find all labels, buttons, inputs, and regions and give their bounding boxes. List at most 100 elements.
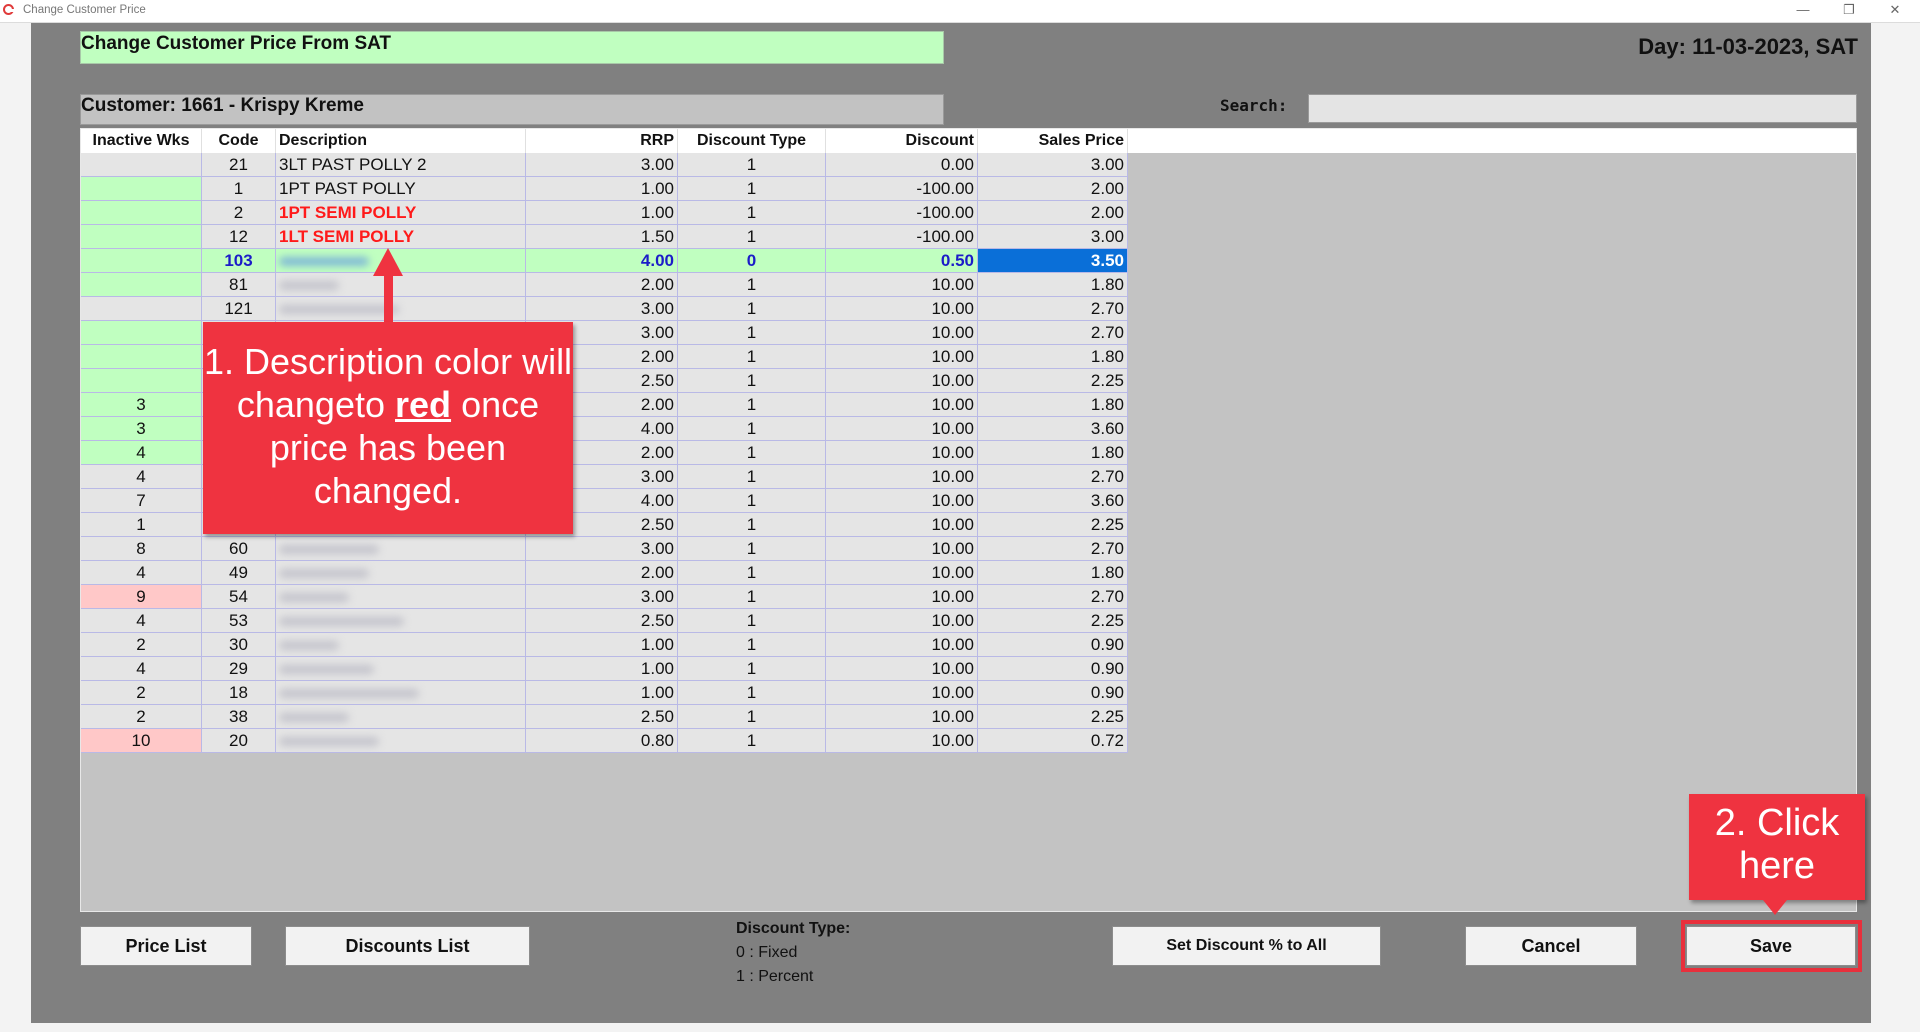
search-input[interactable] [1308,94,1857,123]
cell-discount-type[interactable]: 1 [677,272,826,297]
cell-inactive-wks[interactable] [81,153,202,177]
cell-sales-price[interactable]: 2.70 [977,320,1128,345]
cell-inactive-wks[interactable]: 3 [81,416,202,441]
cell-discount-type[interactable]: 1 [677,176,826,201]
cell-inactive-wks[interactable] [81,320,202,345]
restore-button[interactable]: ❐ [1826,0,1872,22]
cell-rrp[interactable]: 3.00 [525,153,678,177]
cell-code[interactable]: 2 [201,200,276,225]
cell-sales-price[interactable]: 2.25 [977,608,1128,633]
table-row[interactable]: 2 38 2.50 1 10.00 2.25 [81,704,1128,729]
cell-code[interactable]: 29 [201,656,276,681]
cell-sales-price[interactable]: 1.80 [977,440,1128,465]
cell-rrp[interactable]: 1.00 [525,176,678,201]
cell-sales-price[interactable]: 1.80 [977,272,1128,297]
cell-rrp[interactable]: 1.00 [525,680,678,705]
cell-discount-type[interactable]: 1 [677,608,826,633]
cell-discount[interactable]: -100.00 [825,224,978,249]
col-header-rrp[interactable]: RRP [525,129,678,153]
cell-sales-price[interactable]: 2.70 [977,296,1128,321]
cell-code[interactable]: 121 [201,296,276,321]
cell-discount[interactable]: 10.00 [825,536,978,561]
cell-description[interactable] [275,608,526,633]
table-row[interactable]: 81 2.00 1 10.00 1.80 [81,272,1128,297]
cell-sales-price[interactable]: 3.60 [977,488,1128,513]
cell-inactive-wks[interactable] [81,200,202,225]
cell-description[interactable]: 1PT PAST POLLY [275,176,526,201]
cell-code[interactable]: 49 [201,560,276,585]
cell-description[interactable] [275,296,526,321]
cell-sales-price[interactable]: 3.50 [977,248,1128,273]
cell-discount-type[interactable]: 1 [677,656,826,681]
cell-rrp[interactable]: 0.80 [525,728,678,753]
cell-inactive-wks[interactable] [81,272,202,297]
cell-description[interactable]: 1LT SEMI POLLY [275,224,526,249]
cell-description[interactable] [275,560,526,585]
cell-code[interactable]: 81 [201,272,276,297]
cell-discount-type[interactable]: 1 [677,560,826,585]
table-row[interactable]: 121 3.00 1 10.00 2.70 [81,296,1128,321]
cell-sales-price[interactable]: 2.70 [977,584,1128,609]
cell-sales-price[interactable]: 0.72 [977,728,1128,753]
cell-description[interactable] [275,272,526,297]
cell-discount-type[interactable]: 1 [677,440,826,465]
cell-discount[interactable]: 10.00 [825,512,978,537]
cell-inactive-wks[interactable]: 7 [81,488,202,513]
table-row[interactable]: 2 1PT SEMI POLLY 1.00 1 -100.00 2.00 [81,200,1128,225]
discounts-list-button[interactable]: Discounts List [285,926,530,966]
cell-sales-price[interactable]: 2.25 [977,512,1128,537]
cell-inactive-wks[interactable]: 4 [81,656,202,681]
cell-rrp[interactable]: 2.00 [525,560,678,585]
col-header-code[interactable]: Code [201,129,276,153]
cell-rrp[interactable]: 3.00 [525,296,678,321]
cell-inactive-wks[interactable] [81,344,202,369]
col-header-discount[interactable]: Discount [825,129,978,153]
cell-code[interactable]: 60 [201,536,276,561]
table-row[interactable]: 4 53 2.50 1 10.00 2.25 [81,608,1128,633]
cell-inactive-wks[interactable] [81,248,202,273]
cell-discount-type[interactable]: 1 [677,368,826,393]
cell-description[interactable] [275,728,526,753]
cell-code[interactable]: 21 [201,153,276,177]
cell-discount[interactable]: 10.00 [825,560,978,585]
set-discount-all-button[interactable]: Set Discount % to All [1112,926,1381,966]
cell-inactive-wks[interactable] [81,296,202,321]
cell-discount-type[interactable]: 1 [677,704,826,729]
cell-description[interactable] [275,632,526,657]
cell-rrp[interactable]: 2.50 [525,704,678,729]
cell-code[interactable]: 103 [201,248,276,273]
close-button[interactable]: ✕ [1872,0,1918,22]
cell-discount[interactable]: 10.00 [825,608,978,633]
cell-discount[interactable]: 10.00 [825,680,978,705]
cell-discount[interactable]: 10.00 [825,368,978,393]
cell-discount[interactable]: 10.00 [825,464,978,489]
table-row[interactable]: 103 4.00 0 0.50 3.50 [81,248,1128,273]
cell-discount-type[interactable]: 1 [677,728,826,753]
cell-rrp[interactable]: 1.00 [525,200,678,225]
table-row[interactable]: 8 60 3.00 1 10.00 2.70 [81,536,1128,561]
cell-code[interactable]: 12 [201,224,276,249]
cell-sales-price[interactable]: 3.00 [977,153,1128,177]
cell-sales-price[interactable]: 2.00 [977,176,1128,201]
cell-discount[interactable]: 10.00 [825,416,978,441]
col-header-inactive-wks[interactable]: Inactive Wks [81,129,202,153]
cell-discount-type[interactable]: 1 [677,488,826,513]
cell-discount[interactable]: 10.00 [825,488,978,513]
cell-inactive-wks[interactable] [81,368,202,393]
cell-discount[interactable]: 10.00 [825,320,978,345]
cell-code[interactable]: 53 [201,608,276,633]
cell-description[interactable] [275,704,526,729]
cell-inactive-wks[interactable]: 4 [81,560,202,585]
table-row[interactable]: 4 29 1.00 1 10.00 0.90 [81,656,1128,681]
cell-discount[interactable]: 0.50 [825,248,978,273]
cell-inactive-wks[interactable]: 9 [81,584,202,609]
minimize-button[interactable]: — [1780,0,1826,22]
cell-code[interactable]: 38 [201,704,276,729]
cell-discount[interactable]: -100.00 [825,176,978,201]
cell-discount-type[interactable]: 1 [677,200,826,225]
cell-discount-type[interactable]: 1 [677,296,826,321]
cell-discount[interactable]: 10.00 [825,632,978,657]
cell-inactive-wks[interactable]: 2 [81,704,202,729]
cell-discount-type[interactable]: 1 [677,632,826,657]
cell-code[interactable]: 54 [201,584,276,609]
